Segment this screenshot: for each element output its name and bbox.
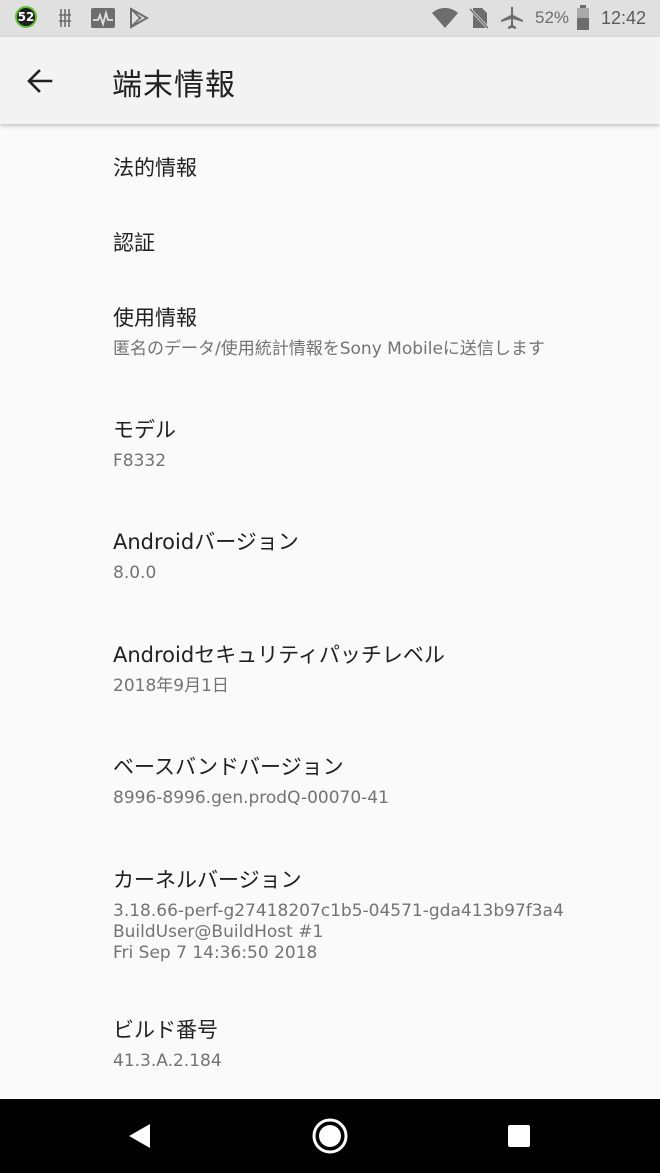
list-item-summary: F8332 (113, 451, 167, 471)
page-title: 端末情報 (112, 68, 236, 103)
notification-count-badge: 52 (15, 6, 37, 28)
list-item-certification[interactable]: 認証 (0, 200, 660, 275)
list-item-legal-info[interactable]: 法的情報 (0, 124, 660, 200)
list-item-summary: 匿名のデータ/使用統計情報をSony Mobileに送信します (113, 339, 545, 359)
list-item-title: 認証 (113, 231, 155, 255)
nav-home-button[interactable] (305, 1111, 355, 1161)
list-item-summary: 8996-8996.gen.prodQ-00070-41 (113, 788, 389, 808)
list-item-title: モデル (113, 418, 176, 442)
nav-recents-button[interactable] (494, 1111, 544, 1161)
nav-recents-icon (508, 1125, 530, 1147)
wifi-icon (431, 6, 459, 34)
usb-debug-icon (57, 7, 73, 33)
list-item-summary: 41.3.A.2.184 (113, 1051, 222, 1071)
list-item-title: Androidセキュリティパッチレベル (113, 643, 445, 667)
status-bar: 52 52% 12:42 (0, 0, 660, 37)
list-item-baseband-version[interactable]: ベースバンドバージョン 8996-8996.gen.prodQ-00070-41 (0, 724, 660, 837)
battery-percent: 52% (535, 8, 570, 27)
about-phone-screen: 52 52% 12:42 端末情報 法的情報 認証 使用情報 匿名のデータ/使用… (0, 0, 660, 1173)
airplane-mode-icon (499, 6, 525, 34)
list-item-kernel-version[interactable]: カーネルバージョン 3.18.66-perf-g27418207c1b5-045… (0, 837, 660, 991)
navigation-bar (0, 1099, 660, 1173)
nav-back-button[interactable] (115, 1111, 165, 1161)
nav-back-icon (129, 1124, 150, 1148)
list-item-android-version[interactable]: Androidバージョン 8.0.0 (0, 499, 660, 612)
list-item-title: 法的情報 (113, 156, 197, 180)
list-item-title: カーネルバージョン (113, 868, 302, 892)
app-bar: 端末情報 (0, 37, 660, 124)
list-item-summary: 3.18.66-perf-g27418207c1b5-04571-gda413b… (113, 901, 564, 963)
list-item-model[interactable]: モデル F8332 (0, 387, 660, 499)
play-store-icon (128, 7, 150, 33)
battery-icon (576, 5, 590, 35)
activity-monitor-icon (90, 7, 116, 33)
arrow-back-icon (27, 69, 53, 93)
nav-home-icon (312, 1118, 348, 1154)
list-item-title: 使用情報 (113, 306, 197, 330)
no-sim-icon (468, 6, 490, 34)
list-item-build-number[interactable]: ビルド番号 41.3.A.2.184 (0, 991, 660, 1099)
list-item-summary: 8.0.0 (113, 563, 157, 583)
list-item-summary: 2018年9月1日 (113, 676, 229, 696)
list-item-security-patch-level[interactable]: Androidセキュリティパッチレベル 2018年9月1日 (0, 612, 660, 724)
clock: 12:42 (601, 8, 647, 28)
list-item-title: ベースバンドバージョン (113, 755, 344, 779)
back-button[interactable] (16, 57, 64, 105)
list-item-title: ビルド番号 (113, 1018, 218, 1042)
list-item-title: Androidバージョン (113, 530, 299, 554)
list-item-usage-info[interactable]: 使用情報 匿名のデータ/使用統計情報をSony Mobileに送信します (0, 275, 660, 387)
